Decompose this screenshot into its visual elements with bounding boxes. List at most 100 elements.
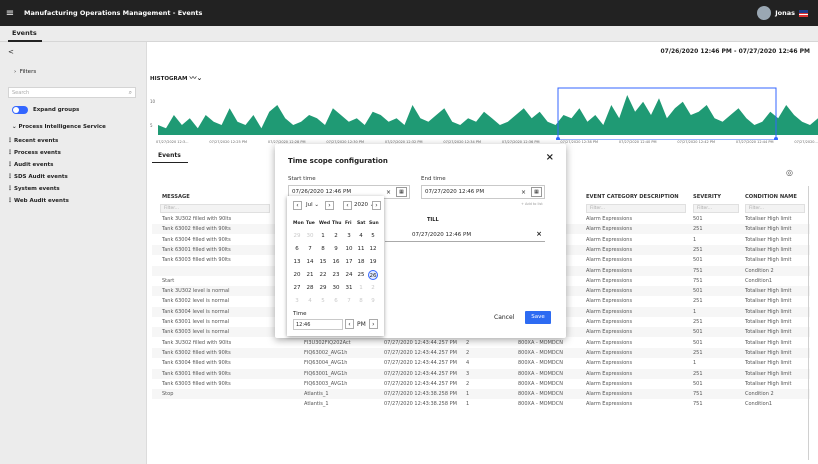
- sidebar-item-system-events[interactable]: System events: [14, 186, 60, 192]
- calendar-day[interactable]: 8: [356, 296, 366, 306]
- filters-toggle[interactable]: › Filters: [14, 69, 36, 75]
- table-row[interactable]: Tank 63004 filled with 90lts FIQ63004_AVG…: [152, 358, 810, 369]
- filter-category[interactable]: Filter...: [586, 204, 686, 213]
- prev-ampm-button[interactable]: ‹: [345, 319, 354, 329]
- table-cell: Alarm Expressions: [586, 246, 633, 253]
- calendar-day[interactable]: 13: [292, 257, 302, 267]
- calendar-day[interactable]: 14: [305, 257, 315, 267]
- next-year-button[interactable]: ›: [372, 201, 381, 210]
- calendar-day[interactable]: 2: [368, 283, 378, 293]
- cancel-button[interactable]: Cancel: [494, 314, 514, 321]
- calendar-day[interactable]: 30: [305, 231, 315, 241]
- col-event-category[interactable]: EVENT CATEGORY DESCRIPTION: [586, 194, 679, 200]
- calendar-icon[interactable]: ▦: [396, 187, 407, 197]
- calendar-day[interactable]: 7: [344, 296, 354, 306]
- col-severity[interactable]: SEVERITY: [693, 194, 721, 200]
- col-message[interactable]: MESSAGE: [162, 194, 190, 200]
- calendar-day[interactable]: 25: [356, 270, 366, 280]
- calendar-day[interactable]: 31: [344, 283, 354, 293]
- table-row[interactable]: Stop Atlantis_1 07/27/2020 12:43:38.258 PM…: [152, 389, 810, 400]
- calendar-day[interactable]: 30: [331, 283, 341, 293]
- hide-columns-icon[interactable]: ◎: [786, 168, 793, 177]
- calendar-day[interactable]: 23: [331, 270, 341, 280]
- prev-month-button[interactable]: ‹: [293, 201, 302, 210]
- table-cell: 2: [466, 339, 470, 346]
- calendar-day[interactable]: 11: [356, 244, 366, 254]
- table-row[interactable]: Tank 63003 filled with 90lts FIQ63003_AVG…: [152, 378, 810, 389]
- calendar-day[interactable]: 12: [368, 244, 378, 254]
- clear-icon[interactable]: ×: [386, 189, 391, 196]
- calendar-day[interactable]: 7: [305, 244, 315, 254]
- sidebar-item-recent-events[interactable]: Recent events: [14, 138, 58, 144]
- calendar-day[interactable]: 5: [368, 231, 378, 241]
- calendar-day[interactable]: 21: [305, 270, 315, 280]
- col-condition-name[interactable]: CONDITION NAME: [745, 194, 797, 200]
- ampm-toggle[interactable]: ‹ PM ›: [345, 319, 378, 329]
- calendar-day[interactable]: 27: [292, 283, 302, 293]
- calendar-day[interactable]: 18: [356, 257, 366, 267]
- calendar-day[interactable]: 15: [318, 257, 328, 267]
- calendar-day[interactable]: 1: [318, 231, 328, 241]
- date-range[interactable]: 07/26/2020 12:46 PM - 07/27/2020 12:46 P…: [660, 48, 810, 55]
- table-scrollbar[interactable]: [808, 186, 809, 460]
- histogram-chart[interactable]: 10 5: [148, 85, 818, 140]
- tab-events[interactable]: Events: [12, 29, 37, 37]
- calendar-day[interactable]: 20: [292, 270, 302, 280]
- calendar-day[interactable]: 3: [344, 231, 354, 241]
- calendar-day[interactable]: 28: [305, 283, 315, 293]
- collapse-panel-icon[interactable]: <: [8, 48, 14, 56]
- table-row[interactable]: Atlantis_1 07/27/2020 12:43:38.258 PM 1 800…: [152, 399, 810, 410]
- calendar-day[interactable]: 10: [344, 244, 354, 254]
- calendar-day[interactable]: 19: [368, 257, 378, 267]
- sidebar-item-process-events[interactable]: Process events: [14, 150, 61, 156]
- sidebar-item-web-audit-events[interactable]: Web Audit events: [14, 198, 69, 204]
- events-subtab[interactable]: Events: [158, 152, 181, 159]
- calendar-day[interactable]: 29: [318, 283, 328, 293]
- end-time-input[interactable]: 07/27/2020 12:46 PM × ▦: [421, 185, 545, 199]
- user-menu[interactable]: Jonas: [757, 6, 808, 20]
- calendar-day[interactable]: 24: [344, 270, 354, 280]
- filter-message[interactable]: Filter...: [160, 204, 270, 213]
- next-month-button[interactable]: ›: [325, 201, 334, 210]
- month-select[interactable]: Jul ⌄: [306, 202, 319, 208]
- expand-groups-toggle[interactable]: [12, 106, 28, 114]
- sidebar-item-audit-events[interactable]: Audit events: [14, 162, 53, 168]
- calendar-day[interactable]: 16: [331, 257, 341, 267]
- calendar-day[interactable]: 9: [368, 296, 378, 306]
- calendar-day[interactable]: 8: [318, 244, 328, 254]
- close-icon[interactable]: ×: [546, 152, 554, 163]
- calendar-day[interactable]: 9: [331, 244, 341, 254]
- chart-type-icon[interactable]: 〰⌄: [189, 74, 202, 82]
- calendar-icon[interactable]: ▦: [531, 187, 542, 197]
- calendar-day[interactable]: 17: [344, 257, 354, 267]
- add-to-list-link[interactable]: + Add to list: [521, 202, 543, 206]
- prev-year-button[interactable]: ‹: [343, 201, 352, 210]
- flag-icon[interactable]: [799, 9, 808, 17]
- table-row[interactable]: Tank 3U302 filled with 90lts FI3U302FIQ20…: [152, 337, 810, 348]
- filter-condition[interactable]: Filter...: [745, 204, 805, 213]
- filter-severity[interactable]: Filter...: [693, 204, 739, 213]
- calendar-day[interactable]: 26: [368, 270, 378, 280]
- remove-icon[interactable]: ×: [536, 230, 542, 238]
- time-input[interactable]: 12:46: [293, 319, 343, 330]
- sidebar-item-sds-audit-events[interactable]: SDS Audit events: [14, 174, 68, 180]
- clear-icon[interactable]: ×: [521, 189, 526, 196]
- save-button[interactable]: Save: [525, 311, 551, 324]
- search-input[interactable]: Search ⌕: [8, 87, 136, 98]
- calendar-day[interactable]: 1: [356, 283, 366, 293]
- group-process-intelligence[interactable]: ⌄ Process Intelligence Service: [12, 124, 106, 130]
- calendar-day[interactable]: 4: [356, 231, 366, 241]
- table-row[interactable]: Tank 63002 filled with 90lts FIQ63002_AVG…: [152, 347, 810, 358]
- search-placeholder: Search: [12, 90, 30, 96]
- next-ampm-button[interactable]: ›: [368, 319, 378, 329]
- hamburger-menu-icon[interactable]: ≡: [0, 8, 20, 19]
- calendar-day[interactable]: 29: [292, 231, 302, 241]
- calendar-day[interactable]: 22: [318, 270, 328, 280]
- calendar-day[interactable]: 2: [331, 231, 341, 241]
- calendar-day[interactable]: 6: [331, 296, 341, 306]
- table-row[interactable]: Tank 63001 filled with 90lts FIQ63001_AVG…: [152, 368, 810, 379]
- calendar-day[interactable]: 4: [305, 296, 315, 306]
- calendar-day[interactable]: 6: [292, 244, 302, 254]
- calendar-day[interactable]: 3: [292, 296, 302, 306]
- calendar-day[interactable]: 5: [318, 296, 328, 306]
